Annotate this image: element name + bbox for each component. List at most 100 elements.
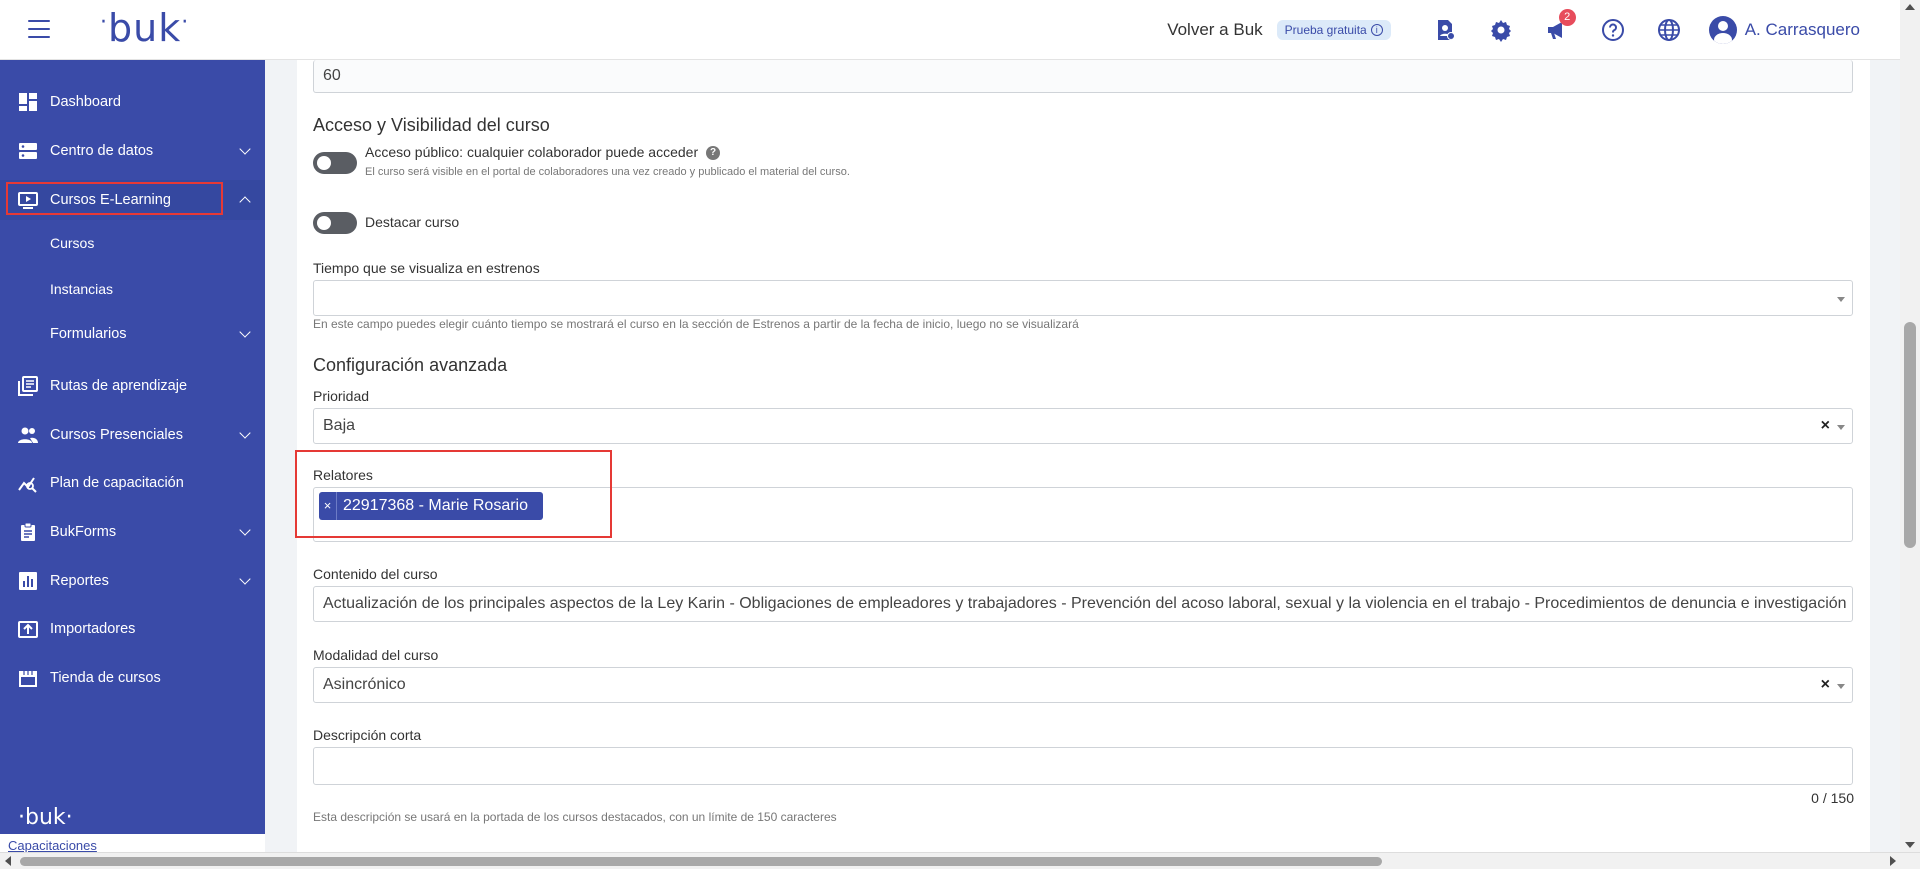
public-access-label: Acceso público: cualquier colaborador pu…: [365, 144, 721, 161]
globe-icon[interactable]: [1656, 17, 1682, 43]
sidebar-item-label: Importadores: [50, 621, 136, 637]
scroll-left-icon[interactable]: [5, 856, 11, 866]
premiere-help: En este campo puedes elegir cuánto tiemp…: [313, 317, 1079, 331]
capacitaciones-link[interactable]: Capacitaciones: [8, 838, 97, 853]
server-icon: [19, 143, 37, 159]
chevron-down-icon: [239, 427, 251, 439]
sidebar-item-label: Tienda de cursos: [50, 670, 161, 686]
chart-search-icon: [18, 477, 37, 493]
sidebar-item-label: Reportes: [50, 573, 109, 589]
sidebar-subitem-formularios[interactable]: Formularios: [0, 314, 265, 354]
chevron-down-icon: [239, 524, 251, 536]
content-input[interactable]: Actualización de los principales aspecto…: [313, 586, 1853, 622]
info-icon: i: [1370, 24, 1383, 36]
help-icon[interactable]: ?: [706, 146, 721, 161]
sidebar-subitem-instancias[interactable]: Instancias: [50, 281, 113, 297]
sidebar-item-label: Formularios: [50, 326, 127, 342]
content-label: Contenido del curso: [313, 566, 438, 582]
sidebar-item-label: Rutas de aprendizaje: [50, 378, 188, 394]
sidebar-item-label: BukForms: [50, 524, 117, 540]
highlight-box: [295, 450, 612, 538]
course-form-panel: 60 Acceso y Visibilidad del curso Acceso…: [295, 60, 1870, 852]
chevron-up-icon: [239, 196, 251, 208]
modality-label: Modalidad del curso: [313, 647, 439, 663]
notification-badge: 2: [1558, 9, 1576, 26]
short-desc-help: Esta descripción se usará en la portada …: [313, 810, 837, 824]
priority-select[interactable]: Baja ×: [313, 408, 1853, 444]
short-desc-label: Descripción corta: [313, 727, 422, 743]
duration-field[interactable]: 60: [313, 60, 1853, 93]
sidebar-item-label: Cursos Presenciales: [50, 427, 183, 443]
clipboard-icon: [21, 522, 35, 541]
top-bar: ·buk· Volver a Buk Prueba gratuita i 2 A.…: [0, 0, 1900, 60]
user-name: A. Carrasquero: [1744, 20, 1860, 39]
chevron-down-icon: [239, 573, 251, 585]
person-pin-icon[interactable]: [1432, 17, 1458, 43]
access-section-title: Acceso y Visibilidad del curso: [313, 115, 550, 135]
library-icon: [18, 376, 38, 396]
clear-icon[interactable]: ×: [1821, 676, 1830, 694]
sidebar-item-rutas-de-aprendizaje[interactable]: Rutas de aprendizaje: [0, 366, 265, 406]
user-menu[interactable]: A. Carrasquero: [1708, 16, 1860, 44]
modality-select-value: Asincrónico: [323, 676, 406, 693]
horizontal-scrollbar[interactable]: [0, 852, 1920, 869]
header-actions: Volver a Buk Prueba gratuita i 2 A. Carra…: [1167, 0, 1860, 60]
upload-icon: [18, 621, 38, 638]
back-to-buk-link[interactable]: Volver a Buk: [1167, 20, 1262, 40]
vertical-scrollbar[interactable]: [1900, 0, 1920, 852]
sidebar-footer-logo: ·buk·: [18, 805, 73, 830]
help-icon[interactable]: [1600, 17, 1626, 43]
sidebar-item-plan-de-capacitacion[interactable]: Plan de capacitación: [0, 463, 265, 503]
short-desc-textarea[interactable]: [313, 747, 1853, 785]
caret-down-icon: [1837, 297, 1845, 302]
user-avatar-icon: [1708, 16, 1737, 44]
trial-badge-label: Prueba gratuita: [1284, 23, 1367, 37]
chevron-down-icon: [239, 143, 251, 155]
short-desc-counter: 0 / 150: [1811, 790, 1854, 806]
caret-down-icon: [1837, 684, 1845, 689]
sidebar: Dashboard Centro de datos Cursos E-Learn…: [0, 60, 265, 834]
scroll-thumb[interactable]: [20, 857, 1382, 866]
caret-down-icon: [1837, 425, 1845, 430]
scroll-thumb[interactable]: [1904, 322, 1916, 548]
scroll-down-icon[interactable]: [1905, 842, 1915, 848]
featured-toggle[interactable]: [313, 212, 357, 234]
featured-label: Destacar curso: [365, 214, 460, 230]
advanced-section-title: Configuración avanzada: [313, 355, 508, 375]
sidebar-item-cursos-presenciales[interactable]: Cursos Presenciales: [0, 415, 265, 455]
gear-icon[interactable]: [1488, 17, 1514, 43]
sidebar-item-reportes[interactable]: Reportes: [0, 561, 265, 601]
buk-logo[interactable]: ·buk·: [100, 6, 189, 50]
priority-select-value: Baja: [323, 417, 356, 434]
sidebar-footer: Capacitaciones: [0, 834, 265, 853]
scroll-up-icon[interactable]: [1905, 4, 1915, 10]
sidebar-item-tienda-de-cursos[interactable]: Tienda de cursos: [0, 658, 265, 698]
people-icon: [18, 427, 38, 443]
public-access-help: El curso será visible en el portal de co…: [365, 166, 850, 178]
public-access-toggle[interactable]: [313, 152, 357, 174]
highlight-box: [6, 182, 223, 215]
sidebar-item-dashboard[interactable]: Dashboard: [0, 82, 265, 122]
public-access-label-text: Acceso público: cualquier colaborador pu…: [365, 144, 699, 160]
megaphone-icon[interactable]: 2: [1544, 9, 1576, 43]
duration-field-value: 60: [323, 67, 341, 84]
premiere-select[interactable]: [313, 280, 1853, 316]
menu-icon[interactable]: [28, 20, 50, 38]
sidebar-subitem-cursos[interactable]: Cursos: [50, 235, 94, 251]
trial-badge[interactable]: Prueba gratuita i: [1276, 20, 1391, 40]
clear-icon[interactable]: ×: [1821, 417, 1830, 435]
sidebar-item-importadores[interactable]: Importadores: [0, 609, 265, 649]
sidebar-item-label: Dashboard: [50, 94, 121, 110]
sidebar-item-centro-de-datos[interactable]: Centro de datos: [0, 131, 265, 171]
content-input-value: Actualización de los principales aspecto…: [323, 595, 1847, 612]
premiere-label: Tiempo que se visualiza en estrenos: [313, 260, 540, 276]
scroll-right-icon[interactable]: [1890, 856, 1896, 866]
bar-chart-icon: [19, 572, 37, 590]
chevron-down-icon: [239, 326, 251, 338]
priority-label: Prioridad: [313, 388, 370, 404]
modality-select[interactable]: Asincrónico ×: [313, 667, 1853, 703]
dashboard-icon: [19, 93, 37, 111]
sidebar-item-bukforms[interactable]: BukForms: [0, 512, 265, 552]
store-icon: [19, 671, 37, 687]
sidebar-item-label: Plan de capacitación: [50, 475, 184, 491]
